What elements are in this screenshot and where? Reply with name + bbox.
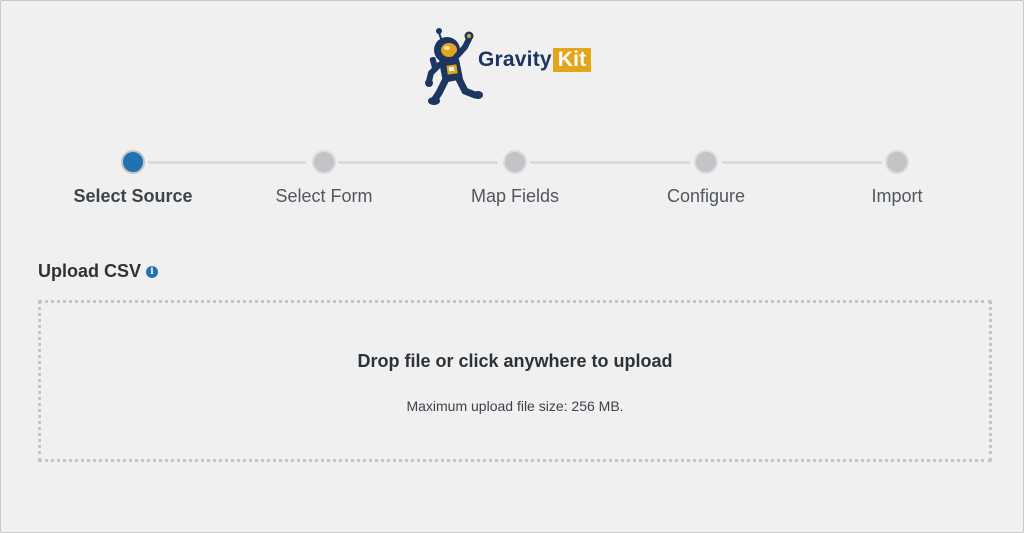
- step-dot: [503, 150, 527, 174]
- step-label: Map Fields: [470, 186, 560, 206]
- dropzone-max-size: Maximum upload file size: 256 MB.: [406, 398, 624, 414]
- logo-word-kit: Kit: [552, 48, 592, 72]
- logo-wordmark: Gravity Kit: [478, 48, 592, 72]
- upload-csv-heading: Upload CSV i: [38, 261, 159, 282]
- upload-csv-title: Upload CSV: [38, 261, 142, 281]
- page-frame: Gravity Kit Select Source Select Form Ma…: [0, 0, 1024, 533]
- info-icon[interactable]: i: [146, 265, 159, 278]
- step-label: Select Form: [275, 186, 373, 206]
- step-dot-active: [121, 150, 145, 174]
- step-map-fields[interactable]: Map Fields: [425, 144, 605, 207]
- step-label: Select Source: [73, 186, 193, 206]
- step-label: Import: [871, 186, 923, 206]
- file-dropzone[interactable]: Drop file or click anywhere to upload Ma…: [38, 300, 992, 462]
- step-label: Configure: [666, 186, 746, 206]
- dropzone-title: Drop file or click anywhere to upload: [357, 351, 673, 371]
- step-import[interactable]: Import: [807, 144, 987, 207]
- astronaut-icon: [425, 28, 483, 105]
- step-dot: [885, 150, 909, 174]
- logo-word-gravity: Gravity: [478, 48, 552, 71]
- import-stepper: Select Source Select Form Map Fields Con…: [1, 144, 1024, 214]
- step-select-form[interactable]: Select Form: [234, 144, 414, 207]
- step-dot: [694, 150, 718, 174]
- step-select-source[interactable]: Select Source: [43, 144, 223, 207]
- step-dot: [312, 150, 336, 174]
- gravitykit-logo: Gravity Kit: [425, 27, 625, 107]
- step-configure[interactable]: Configure: [616, 144, 796, 207]
